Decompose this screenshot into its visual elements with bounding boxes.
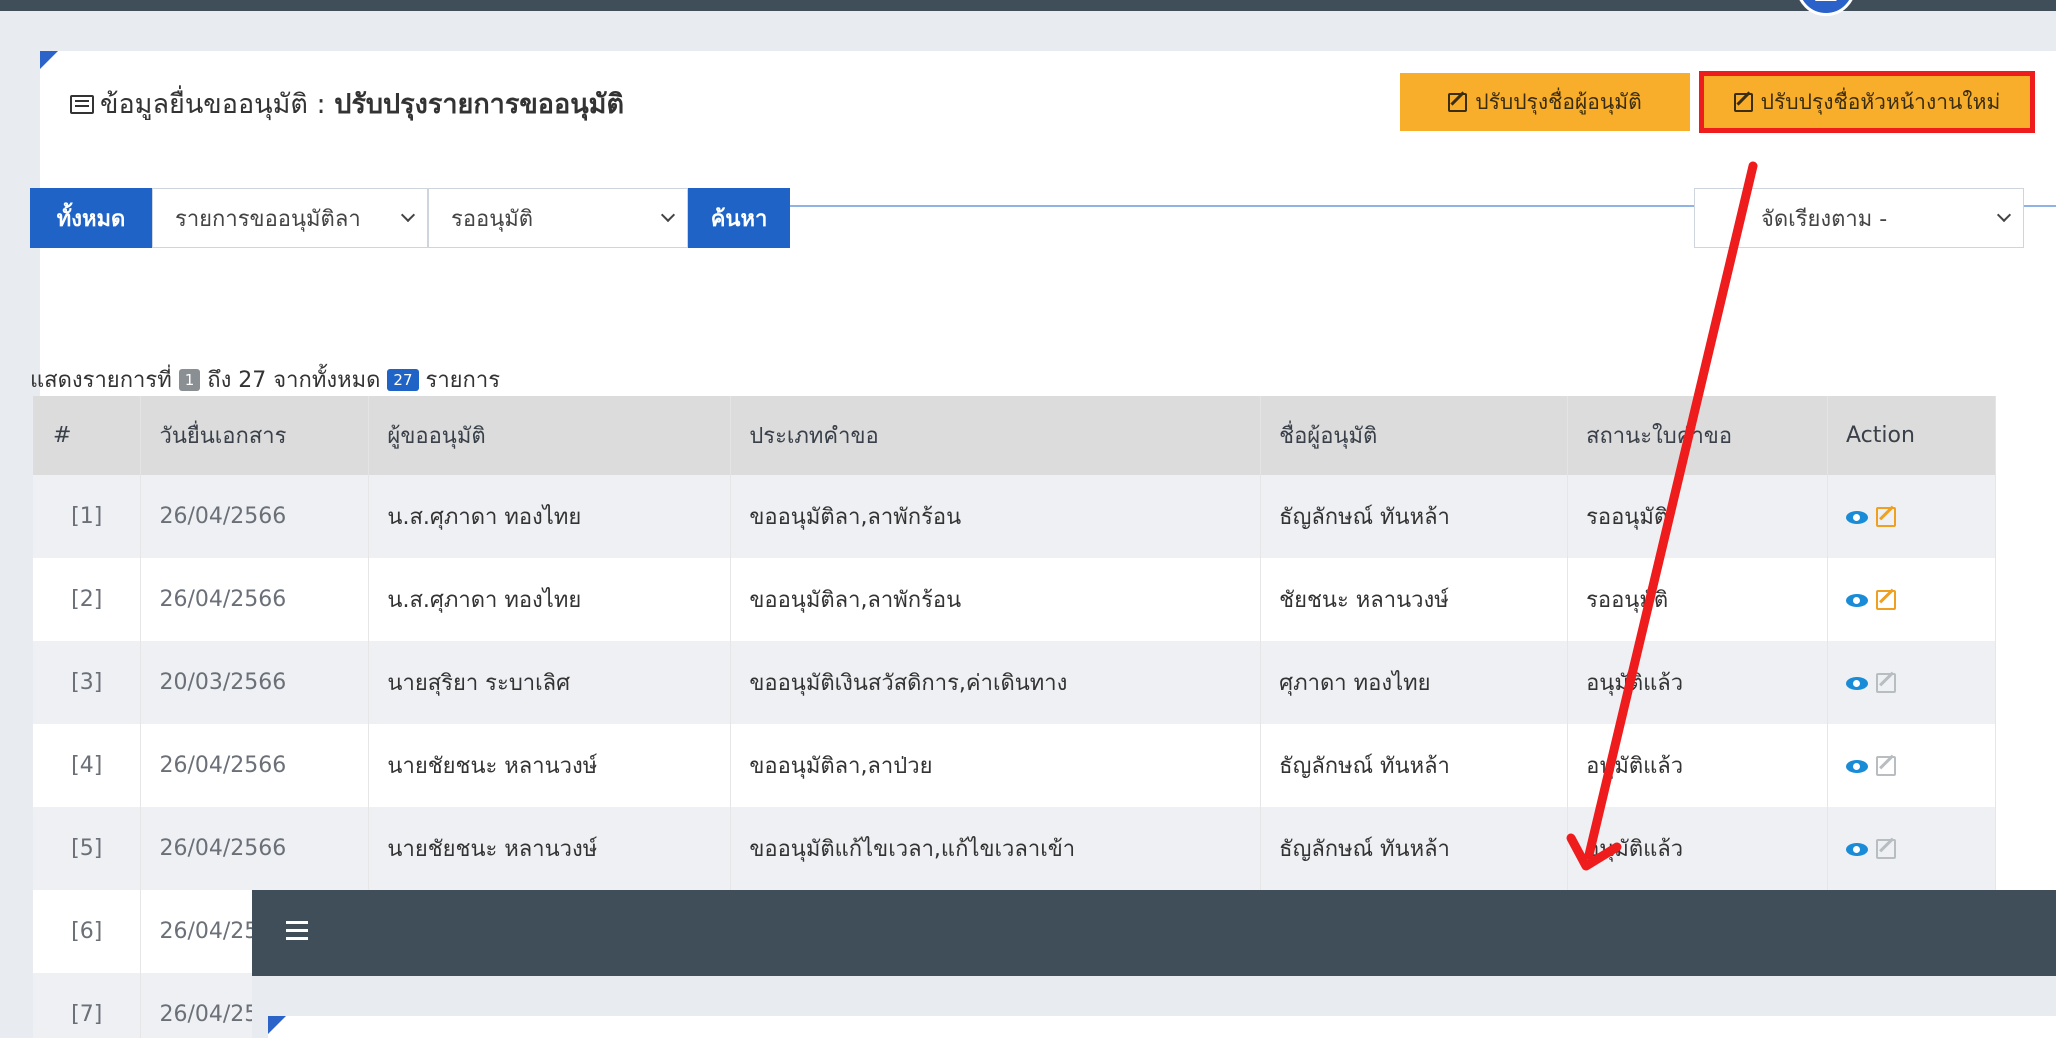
sort-select-value: จัดเรียงตาม -: [1761, 206, 1888, 232]
sort-select[interactable]: จัดเรียงตาม -: [1694, 188, 2024, 248]
summary-prefix: แสดงรายการที่: [30, 368, 172, 393]
col-date: วันยื่นเอกสาร: [140, 396, 370, 475]
row-actions: [1827, 807, 1997, 890]
eye-icon[interactable]: [1845, 676, 1868, 690]
row-number: [5]: [33, 807, 142, 890]
update-head-label: ปรับปรุงชื่อหัวหน้างานใหม่: [1760, 89, 2001, 114]
row-actions: [1827, 475, 1997, 558]
row-approver: ธัญลักษณ์ ทันหล้า: [1260, 724, 1569, 807]
eye-icon[interactable]: [1845, 759, 1868, 773]
col-status: สถานะใบคำขอ: [1567, 396, 1828, 475]
row-status: รออนุมัติ: [1567, 558, 1828, 641]
row-number: [1]: [33, 475, 142, 558]
row-approver: ธัญลักษณ์ ทันหล้า: [1260, 807, 1569, 890]
top-navbar: [0, 0, 2056, 11]
row-type: ขออนุมัติแก้ไขเวลา,แก้ไขเวลาเข้า: [730, 807, 1262, 890]
row-type: ขออนุมัติลา,ลาพักร้อน: [730, 558, 1262, 641]
table-header-row: # วันยื่นเอกสาร ผู้ขออนุมัติ ประเภทคำขอ …: [33, 396, 1997, 475]
edit-icon[interactable]: [1875, 839, 1896, 859]
col-type: ประเภทคำขอ: [730, 396, 1262, 475]
row-status: อนุมัติแล้ว: [1567, 641, 1828, 724]
eye-icon[interactable]: [1845, 593, 1868, 607]
row-date: 20/03/2566: [140, 641, 370, 724]
row-type: ขออนุมัติเงินสวัสดิการ,ค่าเดินทาง: [730, 641, 1262, 724]
table-row: [2] 26/04/2566 น.ส.ศุภาดา ทองไทย ขออนุมัติล…: [33, 558, 1997, 641]
row-date: 26/04/2566: [140, 475, 370, 558]
overlay-content: [252, 976, 2056, 1038]
edit-icon[interactable]: [1875, 507, 1896, 527]
overlay-card: [268, 1016, 2056, 1038]
chevron-down-icon: [660, 207, 676, 223]
row-actions: [1827, 558, 1997, 641]
row-status: อนุมัติแล้ว: [1567, 724, 1828, 807]
total-badge: 27: [387, 369, 419, 391]
overlay-navbar: [252, 890, 2056, 976]
row-type: ขออนุมัติลา,ลาพักร้อน: [730, 475, 1262, 558]
row-number: [4]: [33, 724, 142, 807]
row-actions: [1827, 724, 1997, 807]
all-button[interactable]: ทั้งหมด: [30, 188, 152, 248]
type-select-value: รายการขออนุมัติลา: [175, 206, 361, 232]
update-approver-label: ปรับปรุงชื่อผู้อนุมัติ: [1475, 89, 1642, 114]
status-select-value: รออนุมัติ: [451, 206, 534, 232]
row-status: อนุมัติแล้ว: [1567, 807, 1828, 890]
record-summary: แสดงรายการที่ 1 ถึง 27 จากทั้งหมด 27 ราย…: [30, 362, 500, 397]
edit-icon: [1448, 92, 1468, 112]
list-icon: [70, 95, 94, 114]
summary-suffix: รายการ: [425, 368, 501, 393]
row-date: 26/04/2566: [140, 724, 370, 807]
search-button[interactable]: ค้นหา: [688, 188, 790, 248]
edit-icon[interactable]: [1875, 590, 1896, 610]
edit-icon: [1733, 92, 1753, 112]
row-status: รออนุมัติ: [1567, 475, 1828, 558]
col-approver: ชื่อผู้อนุมัติ: [1260, 396, 1569, 475]
corner-marker: [268, 1016, 286, 1034]
row-date: 26/04/2566: [140, 807, 370, 890]
row-requester: นายชัยชนะ หลานวงษ์: [368, 807, 732, 890]
row-actions: [1827, 641, 1997, 724]
col-action: Action: [1827, 396, 1997, 475]
row-requester: นายสุริยา ระบาเลิศ: [368, 641, 732, 724]
col-requester: ผู้ขออนุมัติ: [368, 396, 732, 475]
table-row: [1] 26/04/2566 น.ส.ศุภาดา ทองไทย ขออนุมัติล…: [33, 475, 1997, 558]
chevron-down-icon: [1996, 207, 2012, 223]
table-row: [3] 20/03/2566 นายสุริยา ระบาเลิศ ขออนุมัติ…: [33, 641, 1997, 724]
page-title: ข้อมูลยื่นขออนุมัติ : ปรับปรุงรายการขออน…: [70, 81, 670, 129]
row-type: ขออนุมัติลา,ลาป่วย: [730, 724, 1262, 807]
row-approver: ศุภาดา ทองไทย: [1260, 641, 1569, 724]
from-badge: 1: [178, 369, 201, 391]
title-prefix: ข้อมูลยื่นขออนุมัติ :: [100, 89, 335, 120]
update-approver-button[interactable]: ปรับปรุงชื่อผู้อนุมัติ: [1400, 73, 1690, 131]
row-number: [7]: [33, 973, 142, 1038]
row-number: [2]: [33, 558, 142, 641]
eye-icon[interactable]: [1845, 842, 1868, 856]
col-number: #: [33, 396, 142, 475]
eye-icon[interactable]: [1845, 510, 1868, 524]
row-requester: นายชัยชนะ หลานวงษ์: [368, 724, 732, 807]
card-header: ข้อมูลยื่นขออนุมัติ : ปรับปรุงรายการขออน…: [40, 51, 2056, 207]
update-head-button[interactable]: ปรับปรุงชื่อหัวหน้างานใหม่: [1699, 71, 2035, 133]
filter-bar: ทั้งหมด รายการขออนุมัติลา รออนุมัติ ค้นห…: [30, 188, 2024, 248]
type-select[interactable]: รายการขออนุมัติลา: [152, 188, 428, 248]
status-select[interactable]: รออนุมัติ: [428, 188, 688, 248]
table-row: [4] 26/04/2566 นายชัยชนะ หลานวงษ์ ขออนุมัติ…: [33, 724, 1997, 807]
row-number: [3]: [33, 641, 142, 724]
hamburger-icon[interactable]: [286, 921, 308, 924]
edit-icon[interactable]: [1875, 673, 1896, 693]
row-requester: น.ส.ศุภาดา ทองไทย: [368, 475, 732, 558]
edit-icon[interactable]: [1875, 756, 1896, 776]
row-number: [6]: [33, 890, 142, 973]
row-requester: น.ส.ศุภาดา ทองไทย: [368, 558, 732, 641]
chevron-down-icon: [400, 207, 416, 223]
row-approver: ชัยชนะ หลานวงษ์: [1260, 558, 1569, 641]
summary-range: ถึง 27 จากทั้งหมด: [207, 368, 381, 393]
table-row: [5] 26/04/2566 นายชัยชนะ หลานวงษ์ ขออนุมัติ…: [33, 807, 1997, 890]
row-approver: ธัญลักษณ์ ทันหล้า: [1260, 475, 1569, 558]
title-bold: ปรับปรุงรายการขออนุมัติ: [334, 89, 625, 120]
row-date: 26/04/2566: [140, 558, 370, 641]
